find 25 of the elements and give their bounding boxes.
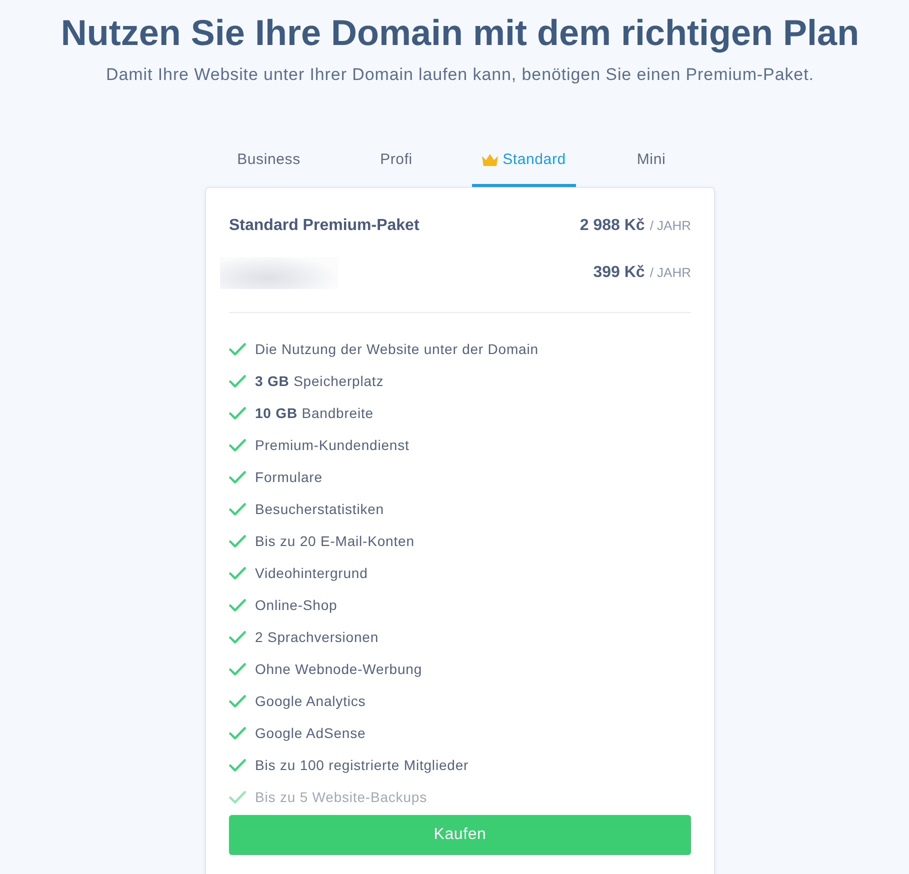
feature-text: Besucherstatistiken — [255, 501, 384, 517]
plan-name: Standard Premium-Paket — [229, 217, 420, 235]
feature-text: Die Nutzung der Website unter der Domain — [255, 341, 538, 357]
feature-text: Bis zu 5 Website-Backups — [255, 789, 427, 805]
price-amount: 399 Kč — [593, 264, 645, 282]
feature-text: Online-Shop — [255, 597, 338, 613]
feature-text: 2 Sprachversionen — [255, 629, 379, 645]
feature-text: Google Analytics — [255, 693, 366, 709]
page-subtitle: Damit Ihre Website unter Ihrer Domain laufen kann, benötigen Sie einen Premium-Paket. — [106, 64, 814, 86]
page-title: Nutzen Sie Ihre Domain mit dem richtigen Plan — [60, 11, 860, 55]
feature-text: Formulare — [255, 469, 322, 485]
plan-tab[interactable]: Mini — [626, 135, 676, 187]
feature-text: Bis zu 20 E-Mail-Konten — [255, 533, 414, 549]
feature-text: 10 GB Bandbreite — [255, 405, 374, 421]
feature-text: Ohne Webnode-Werbung — [255, 661, 422, 677]
feature-text: Premium-Kundendienst — [255, 437, 410, 453]
feature-text: Google AdSense — [255, 725, 366, 741]
feature-text: Videohintergrund — [255, 565, 368, 581]
feature-text: 3 GB Speicherplatz — [255, 373, 384, 389]
feature-text: Bis zu 100 registrierte Mitglieder — [255, 757, 469, 773]
price-period: / JAHR — [650, 218, 691, 233]
price-period: / JAHR — [650, 265, 691, 280]
price-amount: 2 988 Kč — [580, 217, 645, 235]
plan-tab[interactable]: Business — [227, 135, 310, 187]
plan-tab[interactable]: Profi — [370, 135, 422, 187]
